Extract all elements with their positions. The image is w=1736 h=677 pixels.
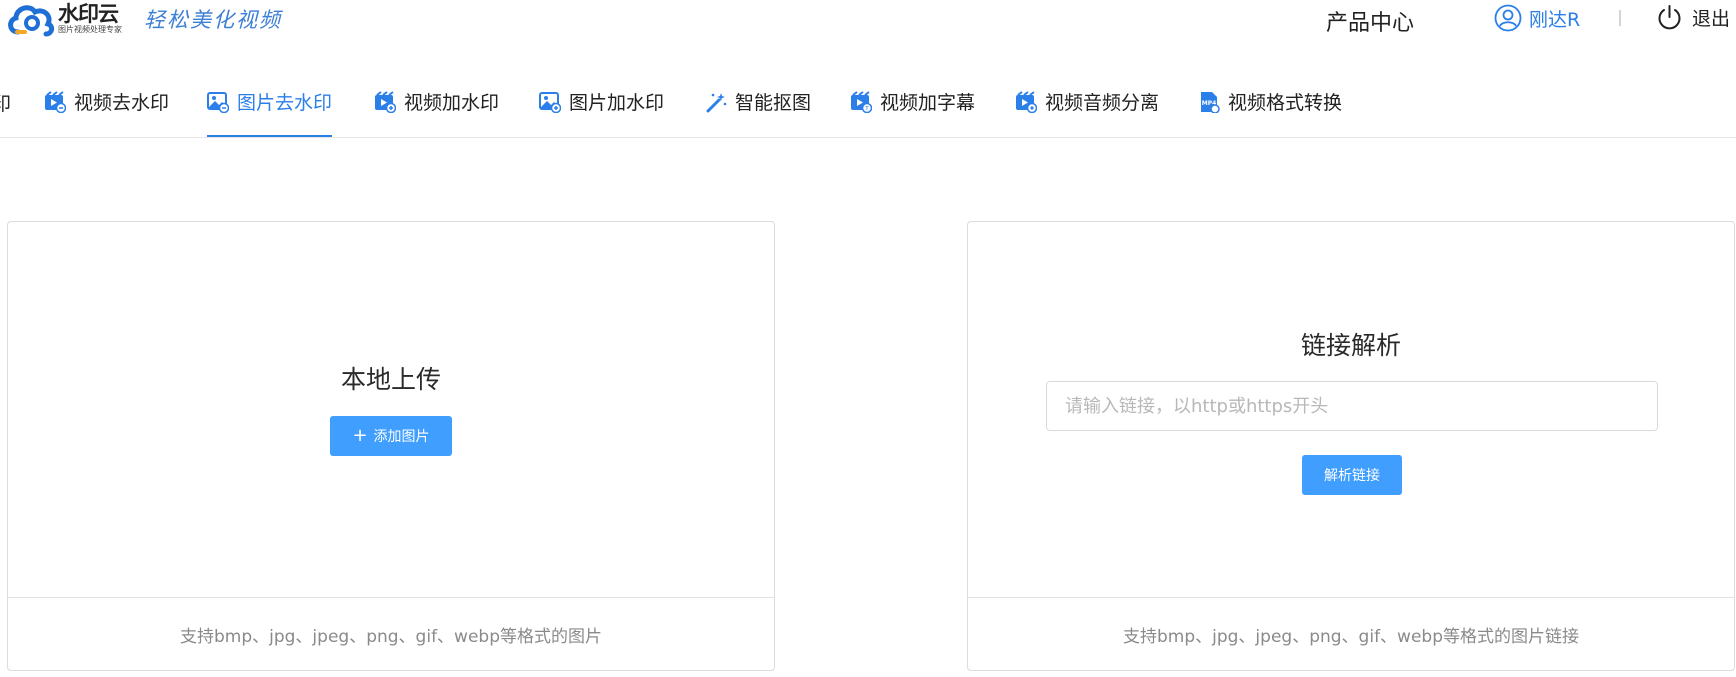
video-icon: T [851, 90, 872, 113]
video-icon [45, 90, 66, 113]
parse-link-button[interactable]: 解析链接 [1302, 455, 1402, 495]
logo[interactable]: 水印云 图片视频处理专家 [6, 0, 122, 38]
mp4-file-icon: MP4 [1201, 91, 1220, 113]
tab-video-audio-separation[interactable]: 视频音频分离 [1015, 66, 1159, 137]
tab-label: 视频加字幕 [880, 92, 976, 114]
tab-label: 图片加水印 [569, 92, 665, 114]
add-image-button[interactable]: + 添加图片 [330, 416, 452, 456]
tab-label: 智能抠图 [735, 92, 812, 114]
nav-truncated-item[interactable]: 印 [0, 89, 11, 116]
power-icon [1658, 5, 1681, 30]
tab-label: 视频音频分离 [1045, 92, 1160, 114]
video-icon [1016, 90, 1037, 113]
add-image-label: 添加图片 [373, 429, 430, 445]
tab-label: 视频格式转换 [1228, 92, 1343, 114]
user-avatar-icon [1494, 4, 1522, 32]
link-parse-footer: 支持bmp、jpg、jpeg、png、gif、webp等格式的图片链接 [968, 597, 1734, 670]
logo-name: 水印云 [58, 2, 119, 26]
page: 水印云 图片视频处理专家 轻松美化视频 产品中心 刚达R 退出 印 视频去水印 … [0, 0, 1736, 677]
local-upload-footer: 支持bmp、jpg、jpeg、png、gif、webp等格式的图片 [8, 597, 774, 670]
cloud-logo-icon [8, 5, 55, 37]
product-center-link[interactable]: 产品中心 [1326, 5, 1414, 37]
link-parse-title: 链接解析 [1300, 331, 1401, 360]
tab-video-remove-watermark[interactable]: 视频去水印 [44, 66, 169, 137]
local-upload-title: 本地上传 [340, 365, 441, 394]
logout-label: 退出 [1692, 8, 1731, 30]
tab-video-add-watermark[interactable]: 视频加水印 [374, 66, 499, 137]
tab-label: 视频加水印 [404, 92, 500, 114]
video-icon [375, 90, 396, 113]
header: 水印云 图片视频处理专家 轻松美化视频 产品中心 刚达R 退出 [0, 0, 1736, 66]
logout-button[interactable]: 退出 [1656, 4, 1730, 31]
tab-image-add-watermark[interactable]: 图片加水印 [539, 66, 664, 137]
tool-nav: 印 视频去水印 图片去水印 视频加水印 图片加水印 智能抠图 T 视频加字幕 视… [0, 66, 1736, 138]
tab-video-format-convert[interactable]: MP4 视频格式转换 [1198, 66, 1342, 137]
logo-subtitle: 图片视频处理专家 [58, 25, 122, 34]
tab-smart-cutout[interactable]: 智能抠图 [705, 66, 811, 137]
link-url-input[interactable] [1046, 381, 1658, 431]
link-parse-card: 链接解析 解析链接 支持bmp、jpg、jpeg、png、gif、webp等格式… [967, 221, 1735, 671]
user-menu[interactable]: 刚达R [1494, 4, 1580, 32]
tab-label: 视频去水印 [74, 92, 170, 114]
local-upload-card: 本地上传 + 添加图片 支持bmp、jpg、jpeg、png、gif、webp等… [7, 221, 775, 671]
tab-label: 图片去水印 [237, 92, 333, 114]
logo-text: 水印云 图片视频处理专家 [58, 3, 122, 35]
magic-wand-icon [706, 92, 727, 112]
image-icon [207, 91, 229, 113]
svg-text:T: T [864, 105, 869, 112]
tab-video-add-subtitles[interactable]: T 视频加字幕 [850, 66, 975, 137]
parse-link-label: 解析链接 [1324, 468, 1380, 484]
slogan: 轻松美化视频 [144, 8, 282, 32]
header-divider [1619, 10, 1621, 26]
tab-image-remove-watermark[interactable]: 图片去水印 [207, 66, 333, 137]
plus-icon: + [352, 425, 368, 446]
image-icon [539, 91, 561, 113]
username: 刚达R [1529, 8, 1581, 31]
